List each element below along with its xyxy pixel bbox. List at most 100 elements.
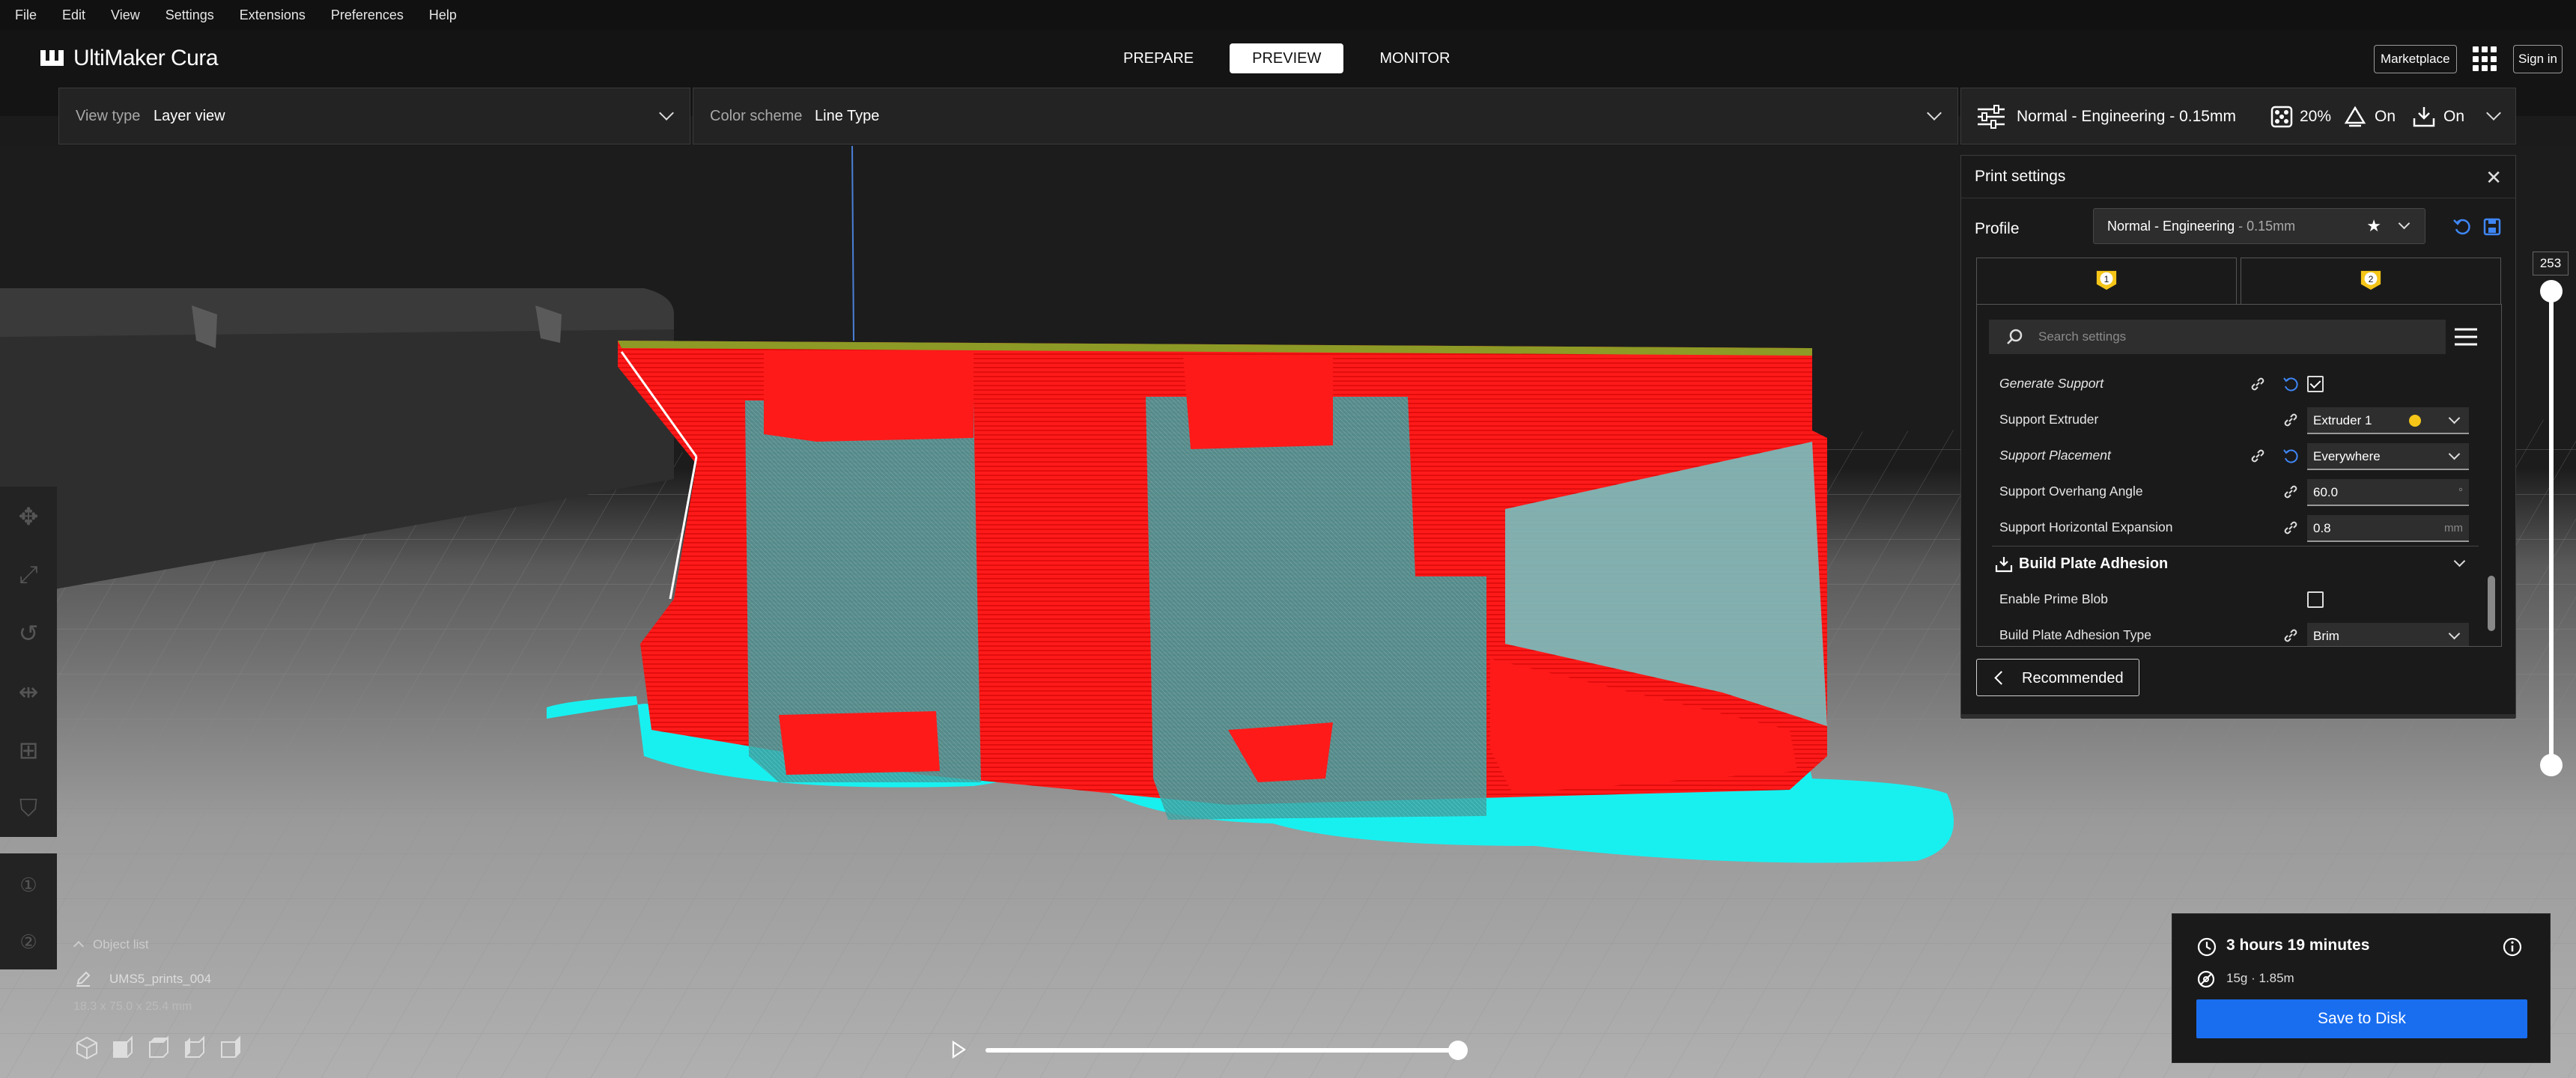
build-plate-adhesion-type-dropdown[interactable]: Brim bbox=[2307, 623, 2469, 646]
path-slider-track[interactable] bbox=[985, 1048, 1462, 1053]
enable-prime-blob-checkbox[interactable] bbox=[2307, 591, 2324, 608]
generate-support-checkbox[interactable] bbox=[2307, 376, 2324, 392]
settings-scrollbar[interactable] bbox=[2488, 576, 2495, 631]
extruder-tab-1[interactable]: 1 bbox=[1976, 258, 2237, 304]
print-settings-title: Print settings bbox=[1975, 168, 2066, 185]
setting-label: Support Placement bbox=[1999, 448, 2111, 463]
search-settings-input[interactable] bbox=[1989, 320, 2446, 354]
profile-dropdown[interactable]: Normal - Engineering - 0.15mm ★ bbox=[2093, 208, 2425, 244]
info-icon[interactable] bbox=[2502, 937, 2523, 957]
setting-support-placement: Support Placement Everywhere bbox=[1999, 439, 2479, 472]
print-time: 3 hours 19 minutes bbox=[2226, 937, 2370, 954]
tab-monitor[interactable]: MONITOR bbox=[1357, 43, 1472, 73]
link-icon[interactable] bbox=[2250, 448, 2266, 464]
field-unit: ° bbox=[2458, 486, 2463, 499]
tab-preview[interactable]: PREVIEW bbox=[1230, 43, 1344, 73]
chevron-left-icon bbox=[1994, 671, 2008, 685]
category-build-plate-adhesion[interactable]: Build Plate Adhesion bbox=[1992, 546, 2479, 581]
setting-label: Support Extruder bbox=[1999, 412, 2099, 427]
menu-view[interactable]: View bbox=[111, 7, 140, 23]
extruder-1-icon[interactable]: ① bbox=[13, 870, 43, 900]
layer-slider-top-handle[interactable] bbox=[2540, 280, 2563, 302]
star-icon[interactable]: ★ bbox=[2366, 216, 2381, 236]
support-placement-dropdown[interactable]: Everywhere bbox=[2307, 443, 2469, 470]
infill-icon bbox=[2270, 106, 2293, 128]
layer-slider-track[interactable] bbox=[2549, 292, 2554, 765]
color-scheme-label: Color scheme bbox=[710, 108, 803, 124]
mirror-tool-icon[interactable]: ⇹ bbox=[13, 677, 43, 707]
support-icon bbox=[2344, 106, 2366, 127]
spool-icon bbox=[2197, 970, 2215, 988]
link-icon[interactable] bbox=[2282, 520, 2299, 536]
profile-label: Profile bbox=[1975, 220, 2020, 237]
chevron-up-icon bbox=[73, 940, 85, 952]
print-settings-panel: Print settings ✕ Profile Normal - Engine… bbox=[1960, 155, 2516, 719]
scale-tool-icon[interactable]: ⤢ bbox=[13, 560, 43, 590]
menu-help[interactable]: Help bbox=[429, 7, 457, 23]
support-overhang-angle-input[interactable]: 60.0 ° bbox=[2307, 479, 2469, 506]
layer-slider-bottom-handle[interactable] bbox=[2540, 754, 2563, 776]
menu-extensions[interactable]: Extensions bbox=[240, 7, 306, 23]
rotate-tool-icon[interactable]: ↺ bbox=[13, 618, 43, 648]
path-slider-handle[interactable] bbox=[1448, 1041, 1468, 1060]
link-icon[interactable] bbox=[2250, 376, 2266, 392]
field-value: 60.0 bbox=[2313, 485, 2339, 499]
support-blocker-icon[interactable]: ⛉ bbox=[13, 794, 43, 823]
link-icon[interactable] bbox=[2282, 412, 2299, 428]
save-to-disk-button[interactable]: Save to Disk bbox=[2196, 999, 2527, 1038]
menu-file[interactable]: File bbox=[15, 7, 37, 23]
support-horizontal-expansion-input[interactable]: 0.8 mm bbox=[2307, 515, 2469, 542]
extruder-2-icon[interactable]: ② bbox=[13, 927, 43, 957]
sign-in-button[interactable]: Sign in bbox=[2513, 45, 2563, 73]
move-tool-icon[interactable]: ✥ bbox=[13, 502, 43, 532]
field-unit: mm bbox=[2444, 522, 2463, 535]
settings-sliders-icon bbox=[1978, 105, 2005, 129]
color-scheme-value: Line Type bbox=[815, 108, 880, 124]
front-view-icon[interactable] bbox=[109, 1035, 136, 1062]
save-profile-icon[interactable] bbox=[2482, 217, 2502, 237]
setting-generate-support: Generate Support bbox=[1999, 368, 2479, 401]
3d-view-icon[interactable] bbox=[73, 1035, 100, 1062]
reset-profile-icon[interactable] bbox=[2452, 217, 2472, 237]
top-view-icon[interactable] bbox=[145, 1035, 172, 1062]
print-setup-selector[interactable]: Normal - Engineering - 0.15mm 20% On On bbox=[1960, 88, 2516, 144]
play-icon[interactable] bbox=[951, 1041, 966, 1059]
left-view-icon[interactable] bbox=[181, 1035, 208, 1062]
reset-icon[interactable] bbox=[2282, 448, 2299, 464]
reset-icon[interactable] bbox=[2282, 376, 2299, 392]
adhesion-icon bbox=[2413, 107, 2435, 127]
menu-preferences[interactable]: Preferences bbox=[331, 7, 404, 23]
menu-edit[interactable]: Edit bbox=[62, 7, 85, 23]
active-profile-name: Normal - Engineering - 0.15mm bbox=[2017, 108, 2236, 125]
hamburger-menu-icon[interactable] bbox=[2453, 324, 2479, 350]
right-view-icon[interactable] bbox=[217, 1035, 244, 1062]
menu-settings[interactable]: Settings bbox=[165, 7, 214, 23]
edit-pencil-icon[interactable] bbox=[75, 970, 91, 987]
settings-list[interactable]: Generate Support Support Extruder Extrud… bbox=[1976, 304, 2502, 647]
dropdown-value: Everywhere bbox=[2313, 449, 2381, 463]
chevron-down-icon bbox=[2448, 412, 2461, 424]
object-dimensions: 18.3 x 75.0 x 25.4 mm bbox=[73, 1000, 192, 1013]
tab-prepare[interactable]: PREPARE bbox=[1101, 43, 1216, 73]
chevron-down-icon bbox=[2453, 555, 2466, 567]
infill-value: 20% bbox=[2300, 108, 2332, 125]
link-icon[interactable] bbox=[2282, 627, 2299, 644]
color-scheme-dropdown[interactable]: Color scheme Line Type bbox=[693, 88, 1958, 144]
svg-text:1: 1 bbox=[2104, 274, 2109, 284]
extruder-panel: ① ② bbox=[0, 853, 57, 969]
per-model-settings-icon[interactable]: ⊞ bbox=[13, 735, 43, 765]
layer-number[interactable]: 253 bbox=[2533, 252, 2569, 275]
view-type-dropdown[interactable]: View type Layer view bbox=[58, 88, 690, 144]
object-list-toggle[interactable]: Object list bbox=[73, 937, 149, 952]
recommended-button[interactable]: Recommended bbox=[1976, 659, 2139, 696]
extruder-tab-2[interactable]: 2 bbox=[2241, 258, 2501, 304]
support-extruder-dropdown[interactable]: Extruder 1 bbox=[2307, 407, 2469, 434]
link-icon[interactable] bbox=[2282, 484, 2299, 500]
marketplace-button[interactable]: Marketplace bbox=[2374, 45, 2457, 73]
extruder-color-swatch bbox=[2409, 415, 2421, 427]
field-value: 0.8 bbox=[2313, 521, 2331, 535]
object-name: UMS5_prints_004 bbox=[109, 972, 212, 986]
panel-resize-handle[interactable] bbox=[1961, 714, 2515, 719]
close-icon[interactable]: ✕ bbox=[2485, 166, 2502, 189]
apps-grid-icon[interactable] bbox=[2473, 46, 2498, 72]
